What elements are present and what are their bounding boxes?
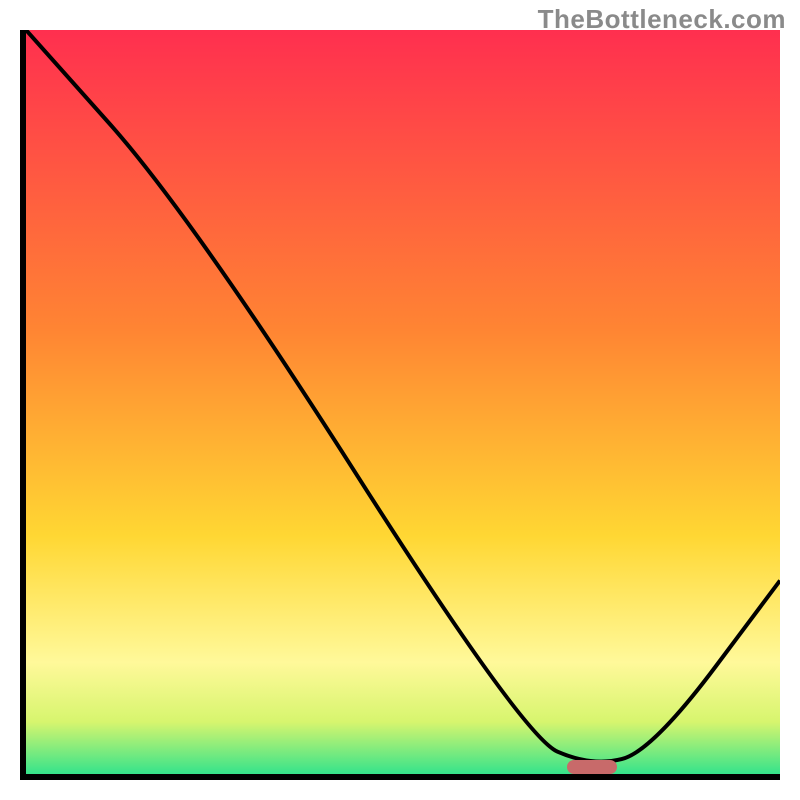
optimal-marker	[567, 760, 617, 774]
bottleneck-curve	[26, 30, 780, 774]
chart-container: TheBottleneck.com	[0, 0, 800, 800]
plot-area	[20, 30, 780, 780]
